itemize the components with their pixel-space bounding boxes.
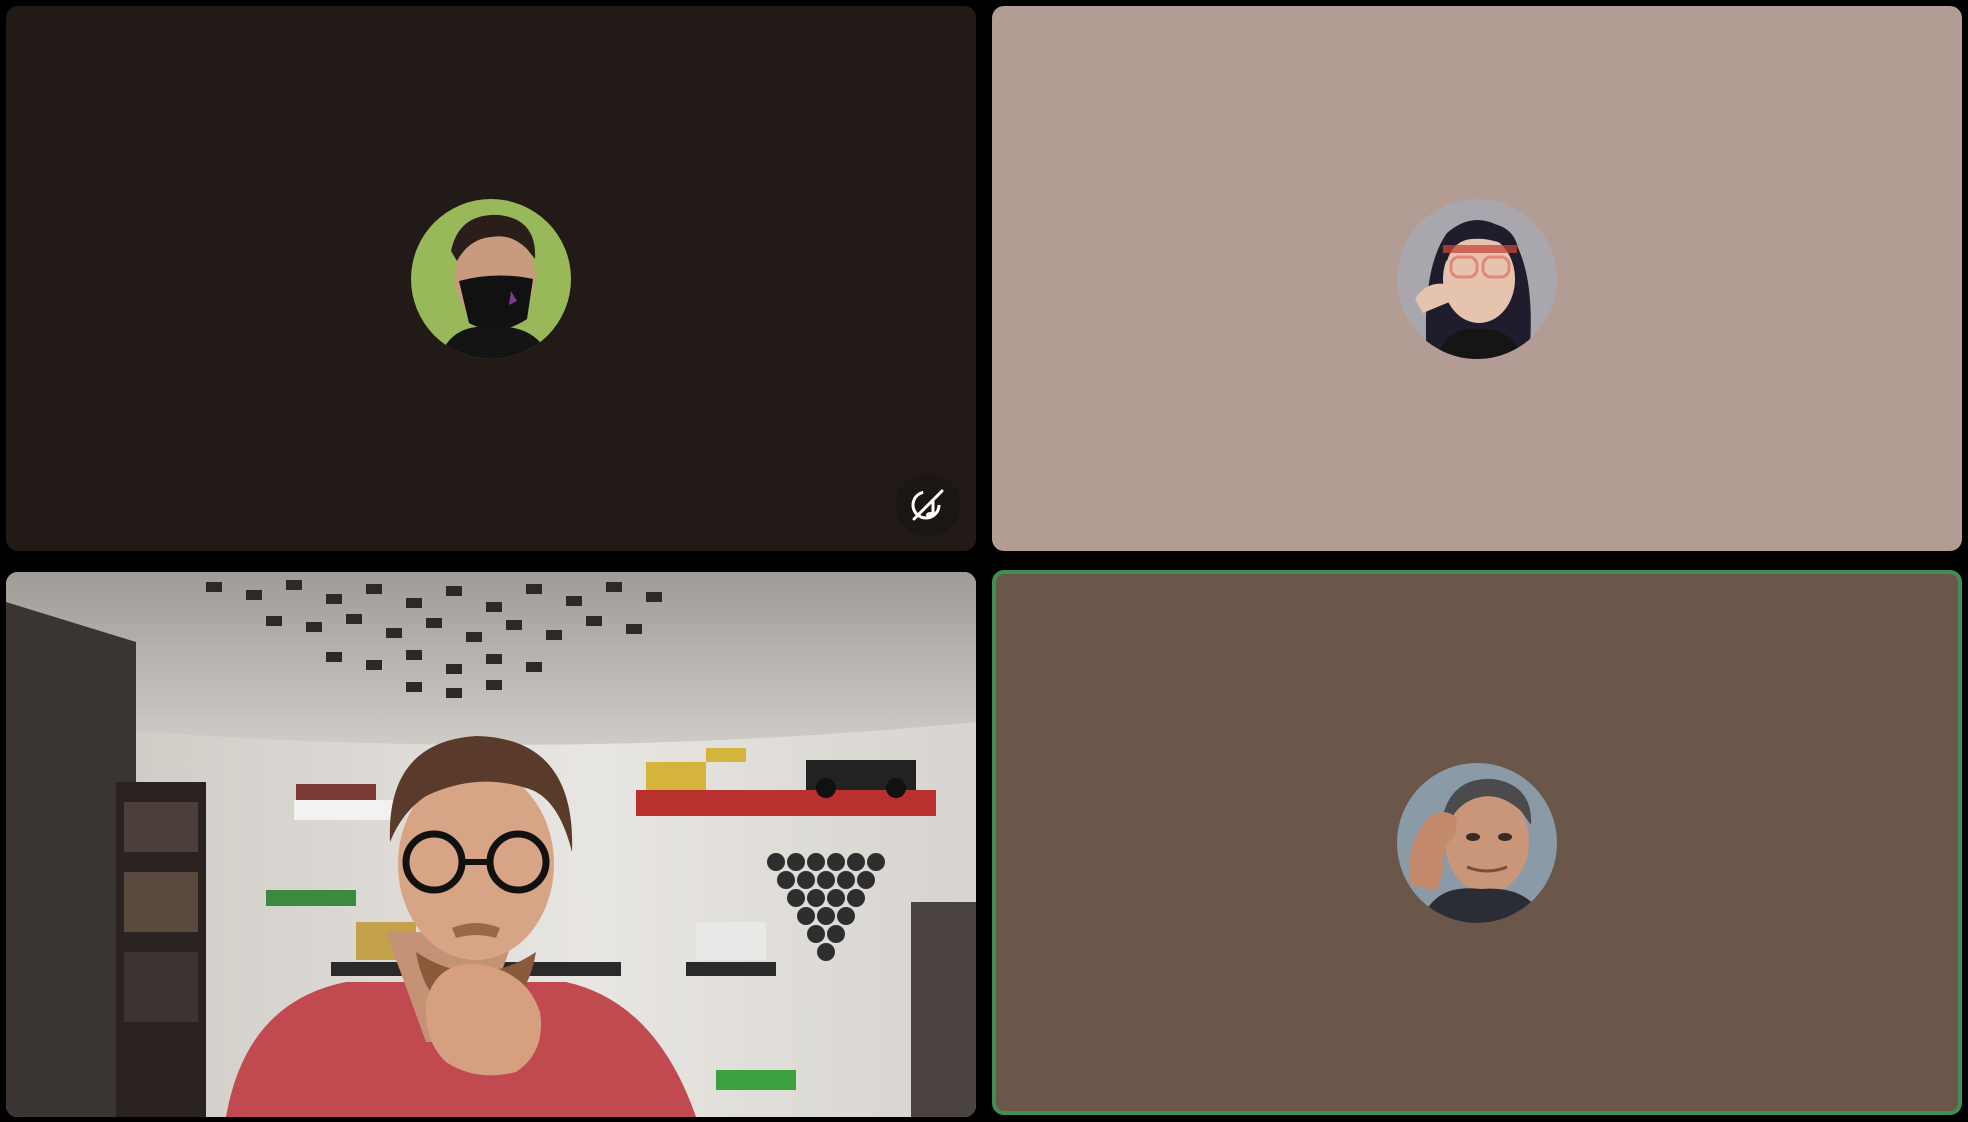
participant-avatar-4 [1397, 762, 1557, 923]
participant-tile-4[interactable] [992, 570, 1962, 1115]
participant-avatar-1 [411, 198, 571, 359]
participant-video-3 [6, 572, 976, 1117]
participant-tile-3[interactable] [6, 572, 976, 1117]
mic-off-icon [896, 473, 960, 537]
video-call-grid [0, 0, 1968, 1122]
participant-tile-1[interactable] [6, 6, 976, 551]
participant-avatar-2 [1397, 198, 1557, 359]
participant-tile-2[interactable] [992, 6, 1962, 551]
